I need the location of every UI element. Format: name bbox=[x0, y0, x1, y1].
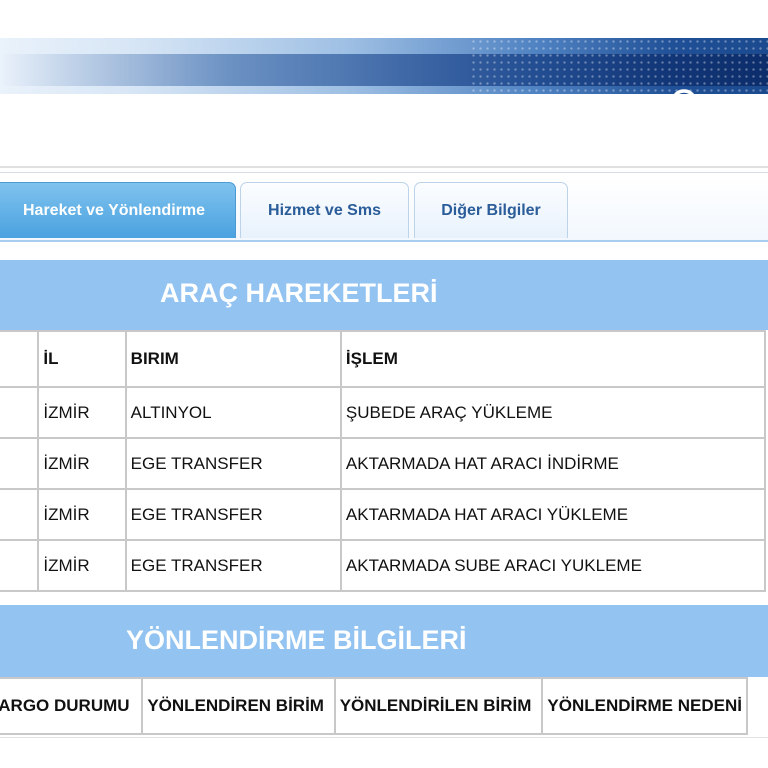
tab-other-info[interactable]: Diğer Bilgiler bbox=[414, 182, 568, 238]
phone-contact[interactable]: 4442552 bbox=[668, 78, 768, 94]
tab-bar: Hareket ve Yönlendirme Hizmet ve Sms Diğ… bbox=[0, 176, 768, 242]
table-cell bbox=[0, 488, 40, 541]
section-title: YÖNLENDİRME BİLGİLERİ bbox=[126, 625, 467, 655]
table-cell-il: İZMİR bbox=[37, 437, 127, 490]
column-header bbox=[0, 330, 40, 388]
column-header-islem: İŞLEM bbox=[339, 330, 767, 388]
table-cell-birim: ALTINYOL bbox=[124, 386, 342, 439]
table-cell-islem: AKTARMADA SUBE ARACI YUKLEME bbox=[339, 539, 767, 592]
table-row: İZMİR EGE TRANSFER AKTARMADA HAT ARACI İ… bbox=[0, 437, 767, 490]
redirect-info-table: KARGO DURUMU YÖNLENDİREN BİRİM YÖNLENDİR… bbox=[0, 677, 748, 735]
table-header-row: İL BIRIM İŞLEM bbox=[0, 330, 767, 388]
table-cell-birim: EGE TRANSFER bbox=[124, 437, 342, 490]
table-cell bbox=[0, 539, 40, 592]
table-header-row: KARGO DURUMU YÖNLENDİREN BİRİM YÖNLENDİR… bbox=[0, 677, 748, 735]
table-row: İZMİR EGE TRANSFER AKTARMADA HAT ARACI Y… bbox=[0, 488, 767, 541]
table-cell-islem: AKTARMADA HAT ARACI YÜKLEME bbox=[339, 488, 767, 541]
column-header-redirected-unit: YÖNLENDİRİLEN BİRİM bbox=[333, 677, 544, 735]
table-cell bbox=[0, 386, 40, 439]
tab-label: Hareket ve Yönlendirme bbox=[22, 201, 205, 219]
tab-service-and-sms[interactable]: Hizmet ve Sms bbox=[240, 182, 409, 238]
redirect-info-header: YÖNLENDİRME BİLGİLERİ bbox=[0, 605, 768, 677]
table-row: İZMİR EGE TRANSFER AKTARMADA SUBE ARACI … bbox=[0, 539, 767, 592]
table-cell-il: İZMİR bbox=[37, 488, 127, 541]
vehicle-movements-table: İL BIRIM İŞLEM İZMİR ALTINYOL ŞUBEDE ARA… bbox=[0, 330, 767, 592]
tab-movement-and-redirect[interactable]: Hareket ve Yönlendirme bbox=[0, 182, 236, 238]
headset-phone-icon bbox=[674, 89, 694, 94]
vehicle-movements-header: ARAÇ HAREKETLERİ bbox=[0, 260, 768, 330]
table-cell-birim: EGE TRANSFER bbox=[124, 488, 342, 541]
table-cell-islem: ŞUBEDE ARAÇ YÜKLEME bbox=[339, 386, 767, 439]
header-banner: 4442552 bbox=[0, 38, 768, 94]
top-spacer bbox=[0, 0, 768, 38]
table-cell bbox=[0, 437, 40, 490]
column-header-redirect-reason: YÖNLENDİRME NEDENİ bbox=[541, 677, 748, 735]
tab-label: Hizmet ve Sms bbox=[268, 201, 381, 219]
divider bbox=[0, 737, 768, 738]
table-cell-il: İZMİR bbox=[37, 386, 127, 439]
section-title: ARAÇ HAREKETLERİ bbox=[160, 278, 438, 308]
divider bbox=[0, 166, 768, 168]
column-header-cargo-status: KARGO DURUMU bbox=[0, 677, 144, 735]
table-cell-islem: AKTARMADA HAT ARACI İNDİRME bbox=[339, 437, 767, 490]
column-header-redirecting-unit: YÖNLENDİREN BİRİM bbox=[141, 677, 336, 735]
tab-label: Diğer Bilgiler bbox=[441, 201, 541, 219]
column-header-il: İL bbox=[37, 330, 127, 388]
table-cell-birim: EGE TRANSFER bbox=[124, 539, 342, 592]
table-cell-il: İZMİR bbox=[37, 539, 127, 592]
column-header-birim: BIRIM bbox=[124, 330, 342, 388]
divider bbox=[0, 172, 768, 173]
table-row: İZMİR ALTINYOL ŞUBEDE ARAÇ YÜKLEME bbox=[0, 386, 767, 439]
